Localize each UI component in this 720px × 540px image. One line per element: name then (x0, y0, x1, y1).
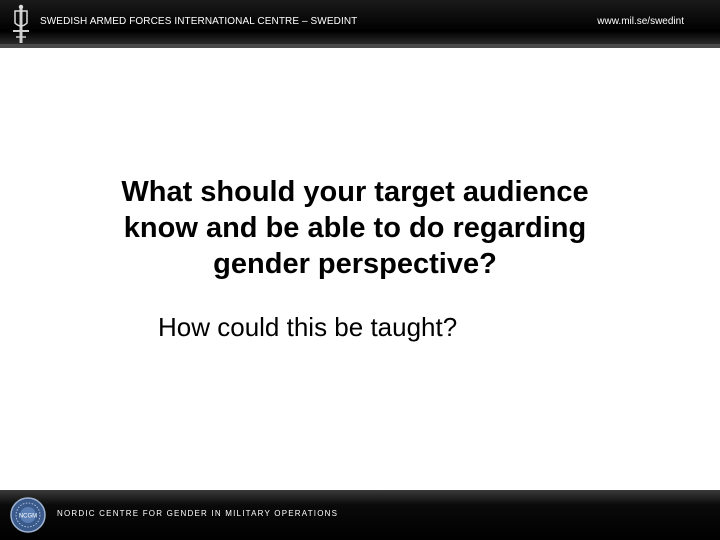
question-line: know and be able to do regarding (123, 212, 587, 244)
question-line: What should your target audience (121, 176, 589, 208)
main-question: What should your target audience know an… (60, 174, 650, 282)
question-line: gender perspective? (213, 248, 497, 280)
header-url: www.mil.se/swedint (597, 16, 684, 27)
emblem-label: NCGM (19, 514, 37, 520)
footer-bar: NCGM NORDIC CENTRE FOR GENDER IN MILITAR… (0, 490, 720, 540)
nordic-centre-emblem-icon: NCGM (10, 497, 46, 533)
header-bar: SWEDISH ARMED FORCES INTERNATIONAL CENTR… (0, 0, 720, 48)
footer-text: NORDIC CENTRE FOR GENDER IN MILITARY OPE… (57, 509, 339, 518)
header-title: SWEDISH ARMED FORCES INTERNATIONAL CENTR… (40, 16, 358, 27)
sub-question: How could this be taught? (158, 312, 458, 342)
swedish-armed-forces-emblem-icon (13, 4, 29, 43)
slide: SWEDISH ARMED FORCES INTERNATIONAL CENTR… (0, 0, 720, 540)
